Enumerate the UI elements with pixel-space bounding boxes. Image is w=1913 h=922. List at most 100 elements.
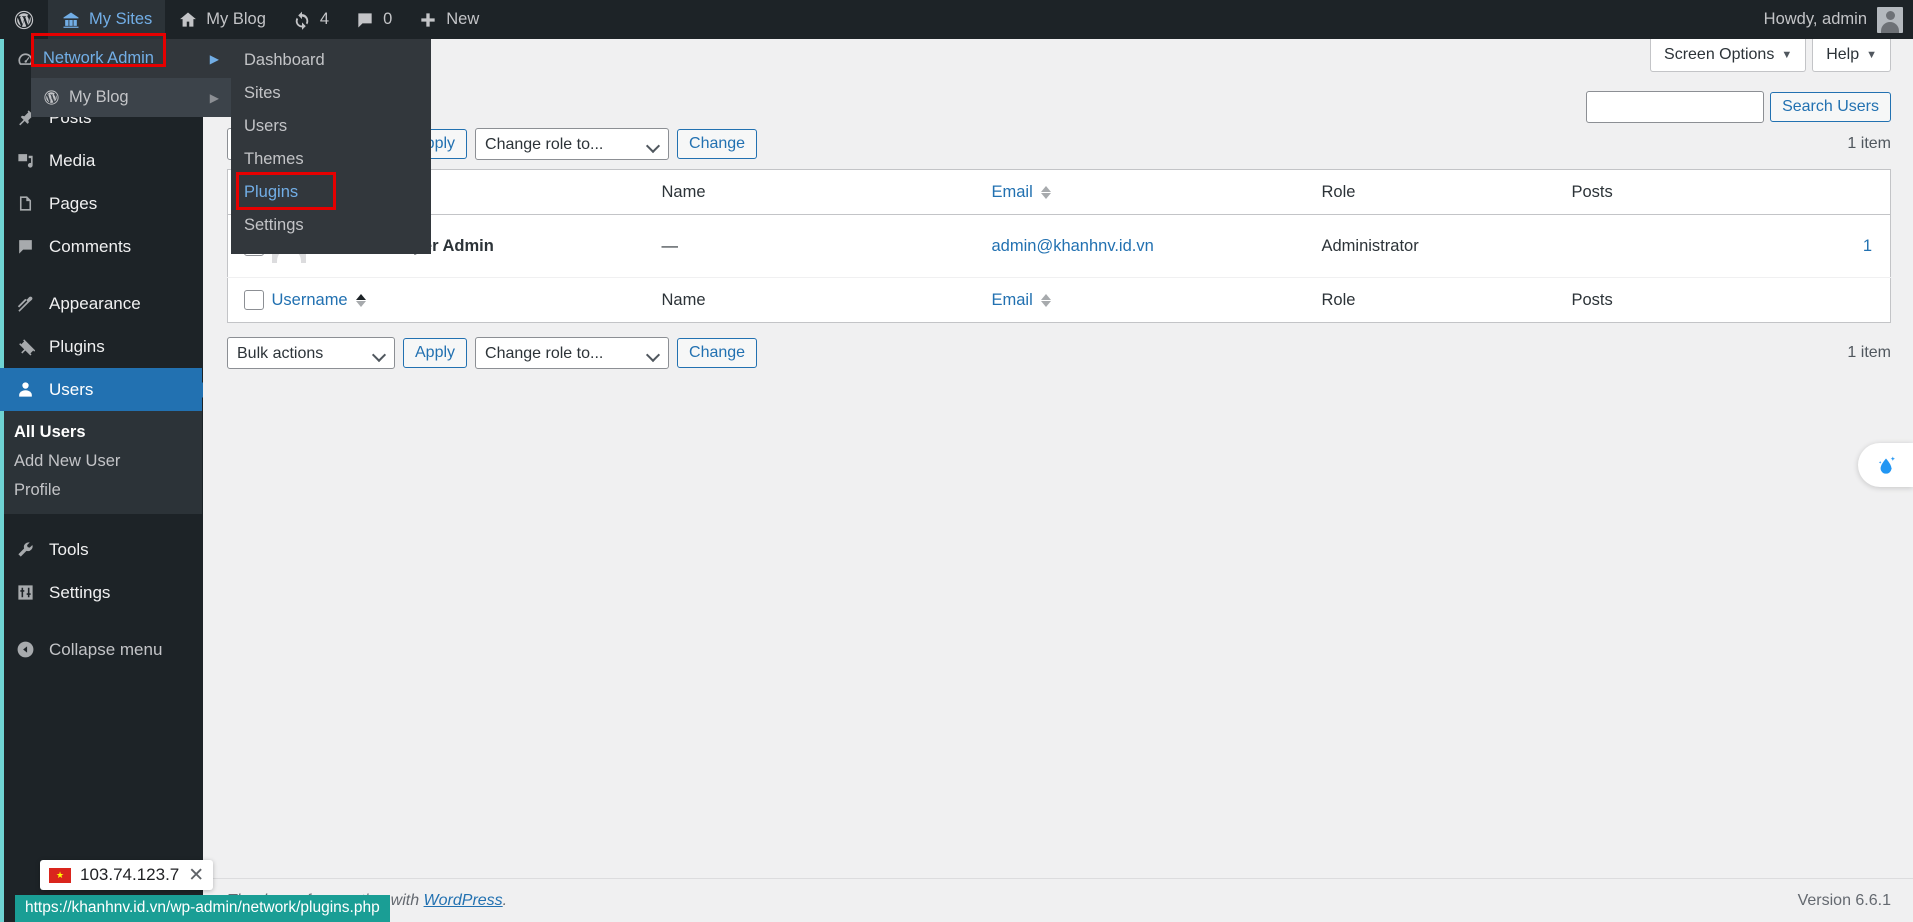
search-input[interactable]	[1586, 91, 1765, 123]
avatar[interactable]	[1877, 6, 1903, 33]
adminbar-label-updates-count: 4	[319, 10, 330, 28]
email-footer-header[interactable]: Email	[991, 277, 1322, 323]
my-sites-dropdown: Network Admin ▶ My Blog ▶	[31, 39, 231, 117]
home-icon	[178, 10, 198, 30]
tablenav-bottom: Bulk actions Apply Change role to... Cha…	[227, 337, 1891, 369]
updates-icon	[292, 10, 312, 30]
submenu-item-themes[interactable]: Themes	[231, 143, 431, 176]
sort-desc-arrow	[1041, 300, 1052, 307]
wordpress-logo-icon[interactable]	[0, 0, 48, 39]
sidebar-item-settings[interactable]: Settings	[0, 571, 202, 614]
my-blog-label: My Blog	[69, 88, 129, 106]
adminbar-item-my-blog[interactable]: My Blog	[165, 0, 279, 39]
page-wrap: Users All ( Search Users Bulk actions Ap…	[203, 39, 1913, 369]
sidebar-subitem-all-users[interactable]: All Users	[0, 418, 202, 447]
sort-indicator-icon[interactable]	[1041, 185, 1052, 199]
change-role-select-wrap: Change role to...	[475, 128, 670, 160]
bulk-actions-select-wrap-bottom: Bulk actions	[227, 337, 395, 369]
comment-icon	[355, 10, 375, 30]
adminbar-label-my-sites: My Sites	[89, 10, 153, 28]
name-footer-header: Name	[661, 277, 992, 323]
wordpress-link[interactable]: WordPress	[424, 892, 503, 909]
adminbar-label-my-blog: My Blog	[206, 10, 266, 28]
adminbar-item-my-sites[interactable]: My Sites	[48, 0, 166, 39]
item-count-top: 1 item	[1847, 135, 1891, 152]
footer-thanks-suffix: .	[502, 891, 508, 909]
name-header: Name	[661, 169, 992, 215]
main-content: Screen Options ▼ Help ▼ Users All ( Sear…	[203, 39, 1913, 922]
users-table-body: admin — Super Admin — admin@khanhnv.id.v…	[227, 214, 1891, 278]
adminbar-item-new[interactable]: New	[405, 0, 492, 39]
change-button-top[interactable]: Change	[677, 129, 758, 159]
sort-indicator-icon[interactable]	[1041, 293, 1052, 307]
search-users-form: Search Users	[1586, 91, 1891, 123]
submenu-item-settings[interactable]: Settings	[231, 209, 431, 242]
change-role-select[interactable]: Change role to...	[475, 128, 670, 160]
admin-footer: Thank you for creating with WordPress. V…	[203, 878, 1913, 922]
howdy-label[interactable]: Howdy, admin	[1764, 10, 1867, 29]
role-header: Role	[1321, 169, 1572, 215]
email-sort-link-bottom[interactable]: Email	[992, 291, 1033, 309]
email-sort-link[interactable]: Email	[992, 183, 1033, 201]
pages-icon	[14, 194, 36, 213]
bulk-actions-select-bottom[interactable]: Bulk actions	[227, 337, 395, 369]
row-name-cell: —	[661, 214, 992, 278]
plus-icon	[418, 10, 438, 30]
sidebar-users-submenu: All Users Add New User Profile	[0, 411, 202, 514]
search-users-button[interactable]: Search Users	[1770, 92, 1891, 122]
ip-badge: ★ 103.74.123.7 ✕	[40, 860, 214, 890]
sites-icon	[61, 10, 81, 30]
change-role-select-bottom[interactable]: Change role to...	[475, 337, 670, 369]
dropdown-item-network-admin[interactable]: Network Admin ▶	[31, 39, 231, 78]
submenu-item-dashboard[interactable]: Dashboard	[231, 44, 431, 77]
sidebar-label-comments: Comments	[49, 236, 132, 256]
apply-button-bottom[interactable]: Apply	[403, 338, 468, 368]
ip-address-label: 103.74.123.7	[80, 865, 180, 884]
dropdown-item-my-blog[interactable]: My Blog ▶	[31, 78, 231, 117]
settings-icon	[14, 583, 36, 602]
tablenav-top: Bulk actions Apply Change role to... Cha…	[227, 128, 1891, 160]
tools-icon	[14, 540, 36, 559]
row-posts-link[interactable]: 1	[1863, 237, 1872, 255]
close-icon[interactable]: ✕	[188, 866, 204, 885]
select-all-footer	[227, 277, 272, 323]
sidebar-item-plugins[interactable]: Plugins	[0, 325, 202, 368]
sidebar-item-tools[interactable]: Tools	[0, 528, 202, 571]
submenu-item-plugins[interactable]: Plugins	[231, 176, 431, 209]
adminbar-item-updates[interactable]: 4	[279, 0, 342, 39]
users-table-foot: Username Name Email Role Posts	[227, 277, 1891, 323]
users-table-head: Username Name Email Rol	[227, 169, 1891, 215]
posts-header: Posts	[1571, 169, 1891, 215]
change-button-bottom[interactable]: Change	[677, 338, 758, 368]
users-table: Username Name Email Rol	[227, 169, 1891, 323]
sort-indicator-icon[interactable]	[356, 293, 367, 307]
row-email-link[interactable]: admin@khanhnv.id.vn	[992, 237, 1154, 255]
wordpress-logo-icon	[43, 89, 60, 106]
username-footer-header[interactable]: Username	[271, 277, 662, 323]
sidebar-item-comments[interactable]: Comments	[0, 225, 202, 268]
item-count-bottom: 1 item	[1847, 344, 1891, 361]
adminbar-item-comments[interactable]: 0	[342, 0, 405, 39]
submenu-item-users[interactable]: Users	[231, 110, 431, 143]
username-sort-link-bottom[interactable]: Username	[272, 291, 348, 309]
sidebar-item-pages[interactable]: Pages	[0, 182, 202, 225]
sidebar-subitem-profile[interactable]: Profile	[0, 476, 202, 505]
sidebar-label-users: Users	[49, 379, 94, 399]
sort-desc-arrow	[356, 300, 367, 307]
sidebar-subitem-add-new-user[interactable]: Add New User	[0, 447, 202, 476]
adminbar-label-new: New	[446, 10, 480, 28]
water-drop-glyph	[1878, 456, 1895, 474]
submenu-item-sites[interactable]: Sites	[231, 77, 431, 110]
sidebar-item-media[interactable]: Media	[0, 139, 202, 182]
sidebar-item-appearance[interactable]: Appearance	[0, 282, 202, 325]
water-drop-sparkle-icon[interactable]	[1858, 443, 1913, 487]
select-all-checkbox-bottom[interactable]	[244, 290, 264, 310]
email-header[interactable]: Email	[991, 169, 1322, 215]
adminbar-label-comments-count: 0	[383, 10, 393, 28]
sidebar-item-users[interactable]: Users	[0, 368, 202, 411]
chevron-right-icon: ▶	[209, 90, 219, 105]
sidebar-item-collapse-menu[interactable]: Collapse menu	[0, 628, 202, 671]
admin-bar: My Sites My Blog 4 0 New Howdy, admin	[0, 0, 1913, 39]
chevron-right-icon: ▶	[209, 51, 219, 66]
sidebar-label-collapse-menu: Collapse menu	[49, 639, 163, 659]
